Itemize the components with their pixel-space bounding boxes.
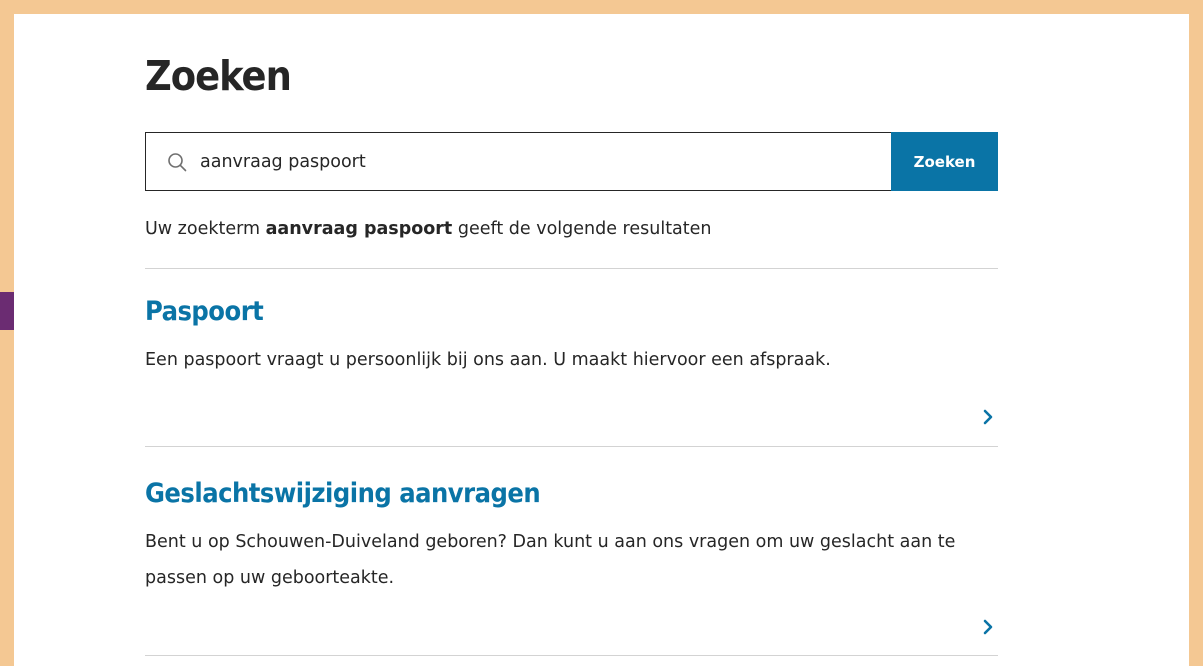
summary-suffix: geeft de volgende resultaten [452, 219, 712, 239]
result-title-link[interactable]: Paspoort [145, 295, 264, 329]
divider [145, 655, 998, 656]
search-input[interactable] [200, 151, 840, 172]
result-description: Bent u op Schouwen-Duiveland geboren? Da… [145, 532, 956, 588]
search-result-summary: Uw zoekterm aanvraag paspoort geeft de v… [145, 217, 712, 241]
search-icon [166, 151, 188, 173]
search-form: Zoeken [145, 132, 998, 191]
divider [145, 268, 998, 269]
divider [145, 446, 998, 447]
summary-prefix: Uw zoekterm [145, 219, 266, 239]
chevron-right-icon[interactable] [980, 617, 996, 637]
result-title-link[interactable]: Geslachtswijziging aanvragen [145, 477, 541, 511]
chevron-right-icon[interactable] [980, 407, 996, 427]
result-description: Een paspoort vraagt u persoonlijk bij on… [145, 350, 831, 370]
page-frame: Zoeken Zoeken Uw zoekterm aanvraag paspo… [14, 14, 1189, 666]
page-title: Zoeken [145, 52, 292, 100]
search-button[interactable]: Zoeken [891, 132, 998, 191]
summary-search-term: aanvraag paspoort [265, 219, 453, 239]
search-field[interactable] [145, 132, 891, 191]
